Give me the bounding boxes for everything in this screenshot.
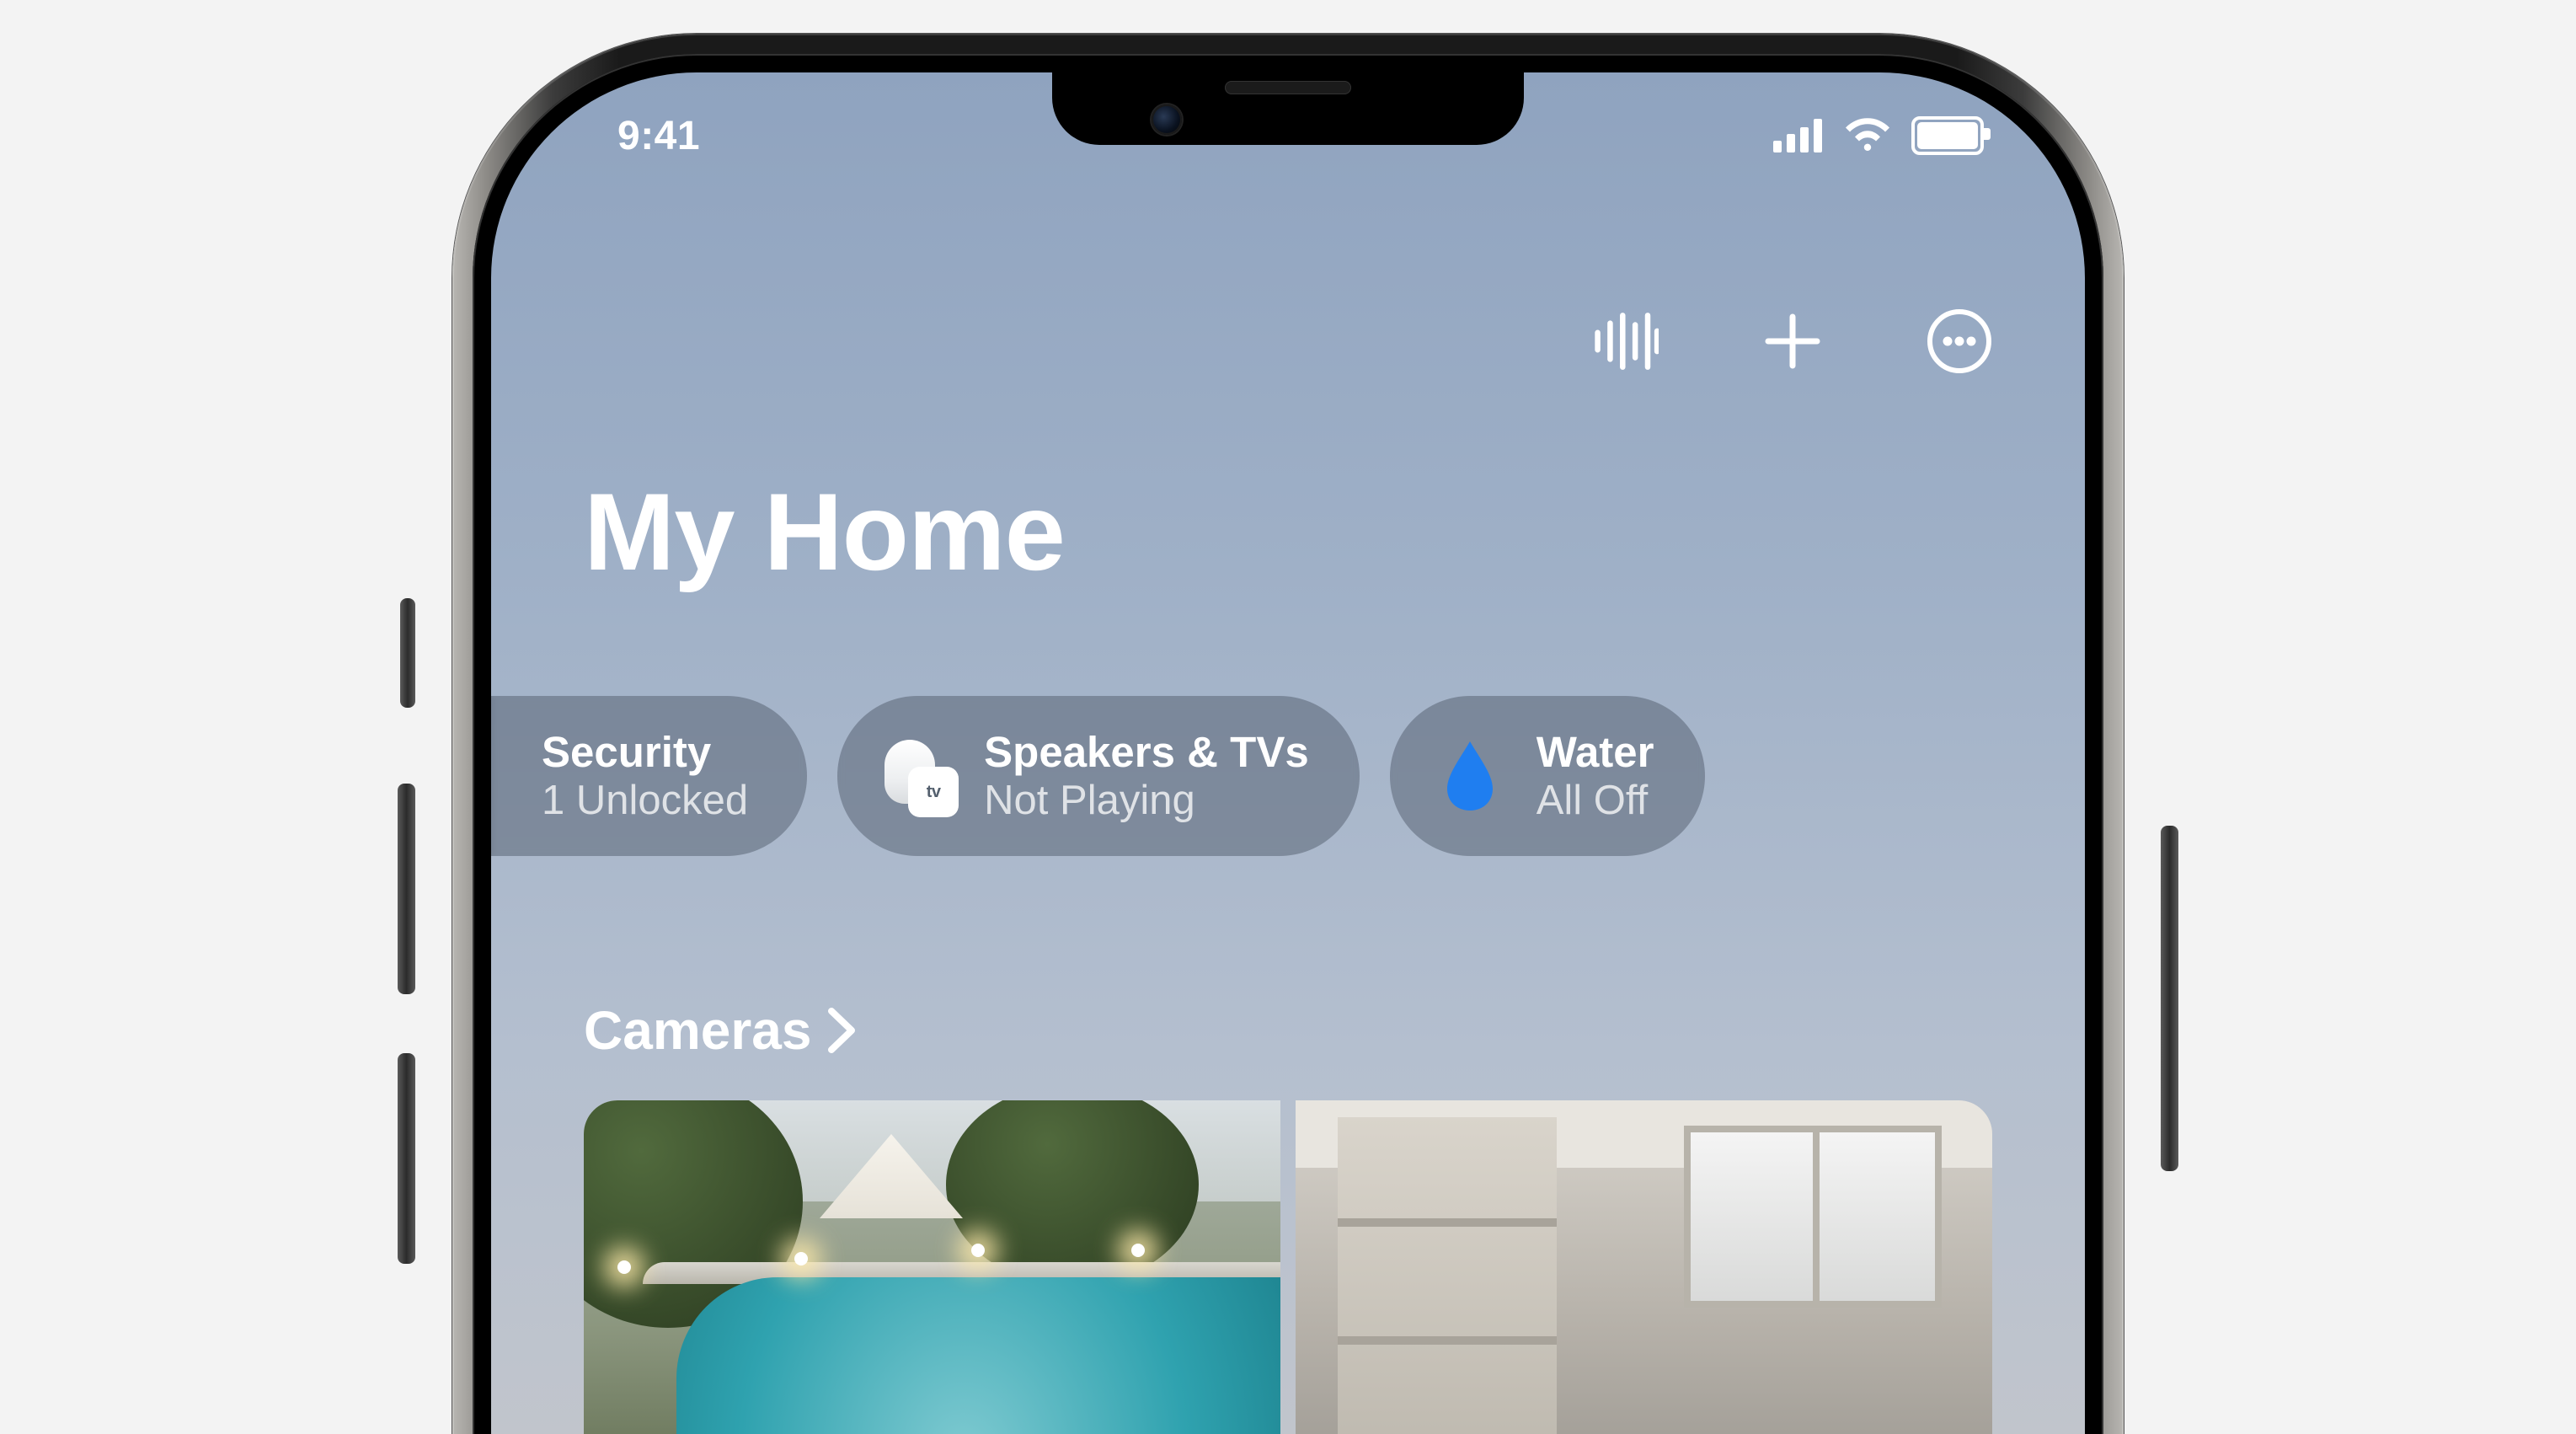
section-header-cameras[interactable]: Cameras: [584, 999, 857, 1062]
phone-power-button: [2161, 826, 2178, 1171]
camera-thumbnails: [584, 1100, 1992, 1434]
chip-title: Security: [542, 728, 748, 778]
phone-volume-up: [398, 784, 415, 994]
speakers-tv-icon: tv: [879, 738, 955, 814]
chip-status: Not Playing: [984, 777, 1309, 824]
page-title: My Home: [584, 468, 1065, 595]
chip-status: 1 Unlocked: [542, 777, 748, 824]
phone-volume-down: [398, 1053, 415, 1264]
camera-tile-backyard[interactable]: [584, 1100, 1280, 1434]
chevron-right-icon: [826, 1008, 857, 1053]
water-drop-icon: [1432, 738, 1508, 814]
category-summary-row[interactable]: Security 1 Unlocked tv Speakers & TVs No…: [491, 696, 2085, 856]
intercom-icon[interactable]: [1593, 308, 1659, 374]
battery-icon: [1911, 116, 1984, 155]
header-action-bar: [1593, 308, 1992, 374]
chip-title: Speakers & TVs: [984, 728, 1309, 778]
category-chip-speakers[interactable]: tv Speakers & TVs Not Playing: [837, 696, 1360, 856]
camera-tile-garage[interactable]: [1296, 1100, 1992, 1434]
cellular-signal-icon: [1773, 119, 1824, 152]
section-title: Cameras: [584, 999, 811, 1062]
chip-status: All Off: [1537, 777, 1654, 824]
wifi-icon: [1842, 117, 1893, 154]
status-time: 9:41: [617, 113, 700, 159]
add-icon[interactable]: [1760, 308, 1825, 374]
status-indicators: [1773, 116, 1984, 155]
phone-bezel: 9:41: [473, 54, 2103, 1434]
screenshot-stage: 9:41: [0, 0, 2576, 1434]
phone-screen: 9:41: [491, 72, 2085, 1434]
phone-side-switch: [400, 598, 415, 708]
more-icon[interactable]: [1927, 308, 1992, 374]
category-chip-security[interactable]: Security 1 Unlocked: [491, 696, 807, 856]
status-bar: 9:41: [491, 72, 2085, 199]
phone-frame: 9:41: [452, 34, 2124, 1434]
chip-title: Water: [1537, 728, 1654, 778]
category-chip-water[interactable]: Water All Off: [1390, 696, 1705, 856]
